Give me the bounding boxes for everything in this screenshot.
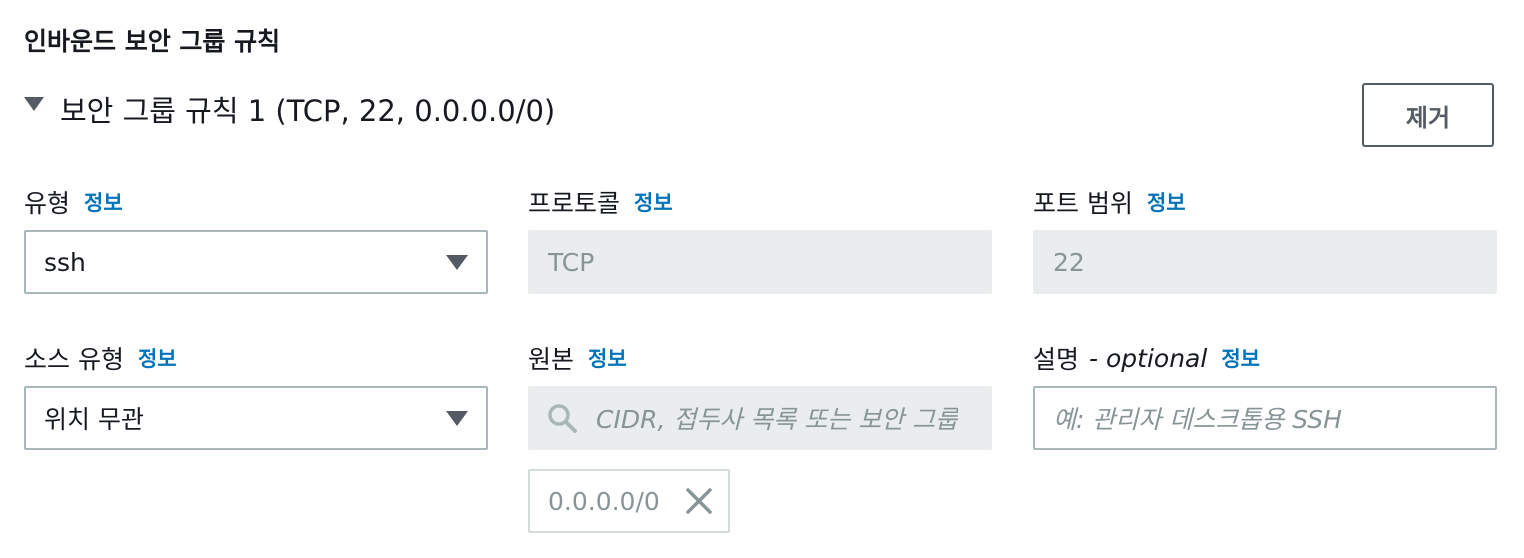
source-token: 0.0.0.0/0 bbox=[528, 469, 730, 533]
type-select[interactable]: ssh bbox=[24, 230, 488, 294]
caret-down-icon bbox=[446, 410, 468, 426]
description-optional-label: - optional bbox=[1089, 343, 1208, 373]
source-field: 원본 정보 CIDR, 접두사 목록 또는 보안 그룹 bbox=[528, 340, 992, 450]
caret-down-icon bbox=[446, 254, 468, 270]
protocol-label-row: 프로토콜 정보 bbox=[528, 184, 992, 220]
section-title: 인바운드 보안 그룹 규칙 bbox=[24, 27, 281, 56]
source-type-label: 소스 유형 bbox=[24, 345, 124, 374]
type-field: 유형 정보 ssh bbox=[24, 184, 488, 294]
description-field: 설명 - optional 정보 예: 관리자 데스크톱용 SSH bbox=[1033, 340, 1497, 450]
port-range-label: 포트 범위 bbox=[1033, 189, 1133, 218]
source-search-input[interactable]: CIDR, 접두사 목록 또는 보안 그룹 bbox=[528, 386, 992, 450]
caret-down-icon[interactable] bbox=[24, 97, 44, 111]
description-placeholder: 예: 관리자 데스크톱용 SSH bbox=[1053, 405, 1342, 434]
source-type-select[interactable]: 위치 무관 bbox=[24, 386, 488, 450]
close-icon[interactable] bbox=[684, 486, 714, 516]
description-input[interactable]: 예: 관리자 데스크톱용 SSH bbox=[1033, 386, 1497, 450]
source-label: 원본 bbox=[528, 345, 575, 374]
search-icon bbox=[548, 404, 577, 433]
port-range-info-link[interactable]: 정보 bbox=[1147, 187, 1186, 217]
source-type-field: 소스 유형 정보 위치 무관 bbox=[24, 340, 488, 450]
remove-rule-button[interactable]: 제거 bbox=[1362, 83, 1494, 147]
description-label: 설명 bbox=[1033, 345, 1080, 374]
port-range-label-row: 포트 범위 정보 bbox=[1033, 184, 1497, 220]
rule-header-toggle[interactable]: 보안 그룹 규칙 1 (TCP, 22, 0.0.0.0/0) bbox=[24, 88, 555, 134]
source-type-label-row: 소스 유형 정보 bbox=[24, 340, 488, 376]
protocol-field: 프로토콜 정보 TCP bbox=[528, 184, 992, 294]
port-range-readonly-input: 22 bbox=[1033, 230, 1497, 294]
source-search-placeholder: CIDR, 접두사 목록 또는 보안 그룹 bbox=[596, 405, 959, 434]
type-label-row: 유형 정보 bbox=[24, 184, 488, 220]
type-info-link[interactable]: 정보 bbox=[84, 187, 123, 217]
port-range-field: 포트 범위 정보 22 bbox=[1033, 184, 1497, 294]
type-select-value: ssh bbox=[44, 247, 86, 277]
protocol-readonly-input: TCP bbox=[528, 230, 992, 294]
source-info-link[interactable]: 정보 bbox=[588, 343, 627, 373]
source-token-label: 0.0.0.0/0 bbox=[548, 486, 660, 516]
source-type-select-value: 위치 무관 bbox=[44, 405, 144, 434]
protocol-info-link[interactable]: 정보 bbox=[634, 187, 673, 217]
rule-title: 보안 그룹 규칙 1 (TCP, 22, 0.0.0.0/0) bbox=[60, 94, 556, 128]
description-label-row: 설명 - optional 정보 bbox=[1033, 340, 1497, 376]
description-info-link[interactable]: 정보 bbox=[1221, 343, 1260, 373]
source-label-row: 원본 정보 bbox=[528, 340, 992, 376]
protocol-label: 프로토콜 bbox=[528, 189, 621, 218]
protocol-value: TCP bbox=[548, 247, 595, 277]
type-label: 유형 bbox=[24, 189, 71, 218]
source-type-info-link[interactable]: 정보 bbox=[138, 343, 177, 373]
port-range-value: 22 bbox=[1053, 247, 1085, 277]
